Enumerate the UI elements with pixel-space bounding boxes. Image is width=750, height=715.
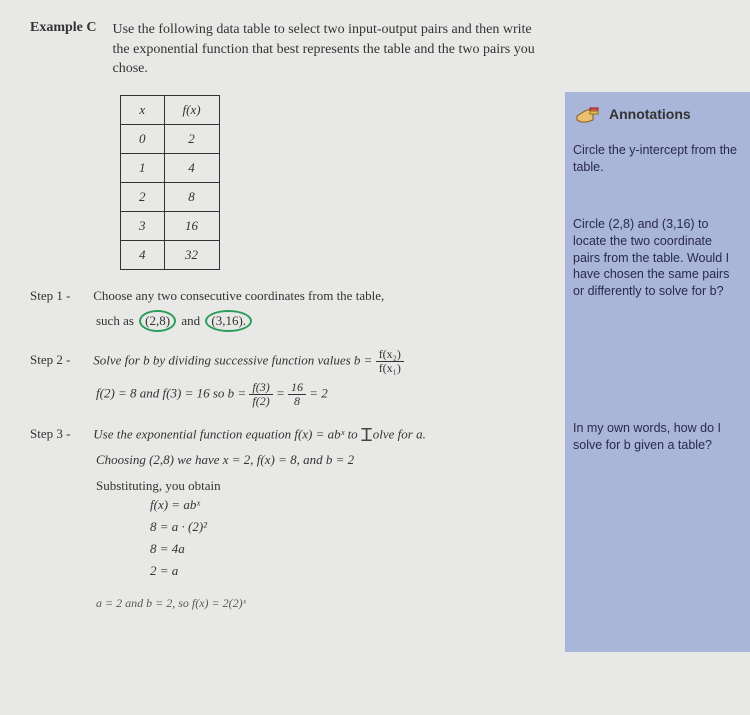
cell-x: 4	[121, 240, 165, 269]
step-text: and	[181, 313, 200, 328]
table-header-fx: f(x)	[164, 95, 219, 124]
cell-fx: 32	[164, 240, 219, 269]
step-text: Use the exponential function equation f(…	[93, 426, 361, 441]
step-label: Step 1 -	[30, 288, 90, 304]
eq: = 2	[309, 386, 328, 401]
annotations-panel: Annotations Circle the y-intercept from …	[565, 92, 750, 652]
step-label: Step 3 -	[30, 426, 90, 442]
cell-fx: 4	[164, 153, 219, 182]
step-text: Choose any two consecutive coordinates f…	[93, 288, 384, 303]
step-text: olve for a.	[373, 426, 426, 441]
table-row: 28	[121, 182, 220, 211]
cell-fx: 2	[164, 124, 219, 153]
table-row: 432	[121, 240, 220, 269]
cell-x: 0	[121, 124, 165, 153]
instruction-text: Use the following data table to select t…	[113, 20, 733, 79]
table-row: 02	[121, 124, 220, 153]
step-label: Step 2 -	[30, 352, 90, 368]
circled-pair-2: (3,16).	[205, 310, 252, 332]
text-cursor-icon: Ꮖ	[361, 425, 373, 446]
cell-fx: 8	[164, 182, 219, 211]
annotation-note: Circle the y-intercept from the table.	[573, 142, 742, 176]
step-text: f(2) = 8 and f(3) = 16 so b =	[96, 386, 246, 401]
fraction: 16 8	[288, 381, 306, 408]
fraction: f(3) f(2)	[249, 381, 272, 408]
annotations-title: Annotations	[573, 102, 742, 126]
table-row: 14	[121, 153, 220, 182]
annotation-note: In my own words, how do I solve for b gi…	[573, 420, 742, 454]
cell-x: 2	[121, 182, 165, 211]
fraction: f(x₂) f(x₁)	[376, 348, 404, 375]
cell-fx: 16	[164, 211, 219, 240]
eq: =	[276, 386, 285, 401]
cell-x: 1	[121, 153, 165, 182]
example-label: Example C	[30, 20, 97, 79]
denominator: 8	[288, 395, 306, 408]
circled-pair-1: (2,8)	[139, 310, 176, 332]
denominator: f(2)	[249, 395, 272, 408]
table-header-x: x	[121, 95, 165, 124]
numerator: f(x₂)	[376, 348, 404, 362]
step-text: Solve for b by dividing successive funct…	[93, 352, 372, 367]
table-row: 316	[121, 211, 220, 240]
numerator: f(3)	[249, 381, 272, 395]
numerator: 16	[288, 381, 306, 395]
annotations-title-text: Annotations	[609, 105, 691, 124]
step-text: such as	[96, 313, 134, 328]
annotation-note: Circle (2,8) and (3,16) to locate the tw…	[573, 216, 742, 300]
denominator: f(x₁)	[376, 362, 404, 375]
cell-x: 3	[121, 211, 165, 240]
hand-icon	[573, 102, 603, 126]
